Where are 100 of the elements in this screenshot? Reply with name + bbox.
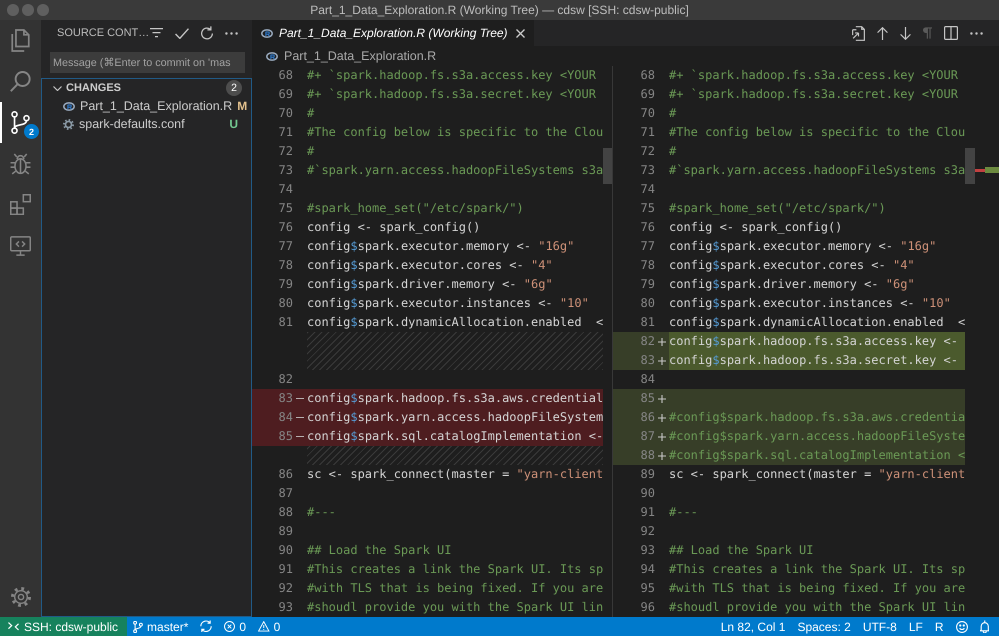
encoding-setting[interactable]: UTF-8	[856, 620, 903, 634]
filter-icon[interactable]	[150, 28, 163, 38]
line-number: 78	[640, 258, 655, 272]
commit-message-field[interactable]: Message (⌘Enter to commit on 'mas	[50, 52, 245, 73]
line-number: 96	[640, 600, 655, 614]
changed-file[interactable]: Part_1_Data_Exploration.R M	[42, 97, 251, 115]
code-line: config$spark.executor.memory <- "16g"	[669, 238, 936, 255]
line-number: 92	[278, 581, 293, 595]
check-icon[interactable]	[175, 28, 189, 38]
extensions-icon	[10, 194, 31, 215]
code-line: #This creates a link the Spark UI. Its sp	[307, 561, 604, 578]
remote-icon	[8, 622, 19, 631]
gear-icon	[63, 118, 74, 130]
line-number: 75	[278, 201, 293, 215]
addition-marker	[985, 167, 999, 173]
arrow-down-icon[interactable]	[900, 26, 911, 40]
line-number: 86	[278, 467, 293, 481]
code-line: #---	[669, 504, 698, 521]
close-icon[interactable]	[516, 28, 525, 38]
chevron-down-icon[interactable]	[53, 86, 62, 90]
code-line: config$spark.driver.memory <- "6g"	[669, 276, 915, 293]
line-number: 74	[640, 182, 655, 196]
line-number: 83	[278, 391, 293, 405]
line-number: 85	[278, 429, 293, 443]
code-line: #+ `spark.hadoop.fs.s3a.access.key <YOUR	[669, 67, 958, 84]
smiley-icon[interactable]	[956, 620, 968, 632]
line-number: 82	[278, 372, 293, 386]
language-mode[interactable]: R	[928, 620, 950, 634]
line-number: 94	[640, 562, 655, 576]
plus-icon	[658, 356, 666, 364]
file-type-icon	[266, 52, 278, 60]
line-number: 80	[640, 296, 655, 310]
code-line: #with TLS that is being fixed. If you are	[307, 580, 604, 597]
scrollbar-thumb[interactable]	[965, 148, 975, 184]
code-line: #spark_home_set("/etc/spark/")	[669, 200, 886, 217]
line-number: 73	[278, 163, 293, 177]
sync-icon[interactable]	[200, 620, 212, 633]
plus-icon	[658, 338, 666, 346]
line-number: 87	[278, 486, 293, 500]
code-line: #	[669, 143, 676, 160]
code-line: ## Load the Spark UI	[307, 542, 452, 559]
line-number: 91	[640, 505, 655, 519]
code-line: #	[307, 143, 314, 160]
arrow-up-icon[interactable]	[877, 26, 888, 40]
line-number: 86	[640, 410, 655, 424]
code-line: config$spark.yarn.access.hadoopFileSystem	[307, 409, 604, 426]
editor-tab[interactable]: Part_1_Data_Exploration.R (Working Tree)	[252, 20, 534, 46]
line-number: 68	[278, 68, 293, 82]
line-number: 87	[640, 429, 655, 443]
minus-icon	[296, 398, 304, 400]
code-line: config$spark.executor.cores <- "4"	[669, 257, 915, 274]
plus-icon	[658, 452, 666, 460]
source-control-icon	[11, 111, 30, 134]
section-header[interactable]: CHANGES	[66, 82, 222, 94]
refresh-icon[interactable]	[201, 26, 213, 40]
bell-icon[interactable]	[980, 620, 989, 633]
code-line: config$spark.executor.instances <- "10"	[307, 295, 589, 312]
changed-file[interactable]: spark-defaults.conf U	[42, 115, 251, 133]
scrollbar-thumb[interactable]	[603, 148, 612, 184]
line-number: 79	[640, 277, 655, 291]
status-letter: U	[229, 117, 238, 131]
files-icon	[11, 29, 30, 52]
code-line: config$spark.sql.catalogImplementation <-	[307, 428, 604, 445]
remote-indicator[interactable]: SSH: cdsw-public	[0, 617, 128, 636]
line-number: 84	[278, 410, 293, 424]
cursor-position[interactable]: Ln 82, Col 1	[714, 620, 792, 634]
document-icon[interactable]	[852, 26, 865, 40]
line-number: 91	[278, 562, 293, 576]
line-number: 93	[640, 543, 655, 557]
line-number: 92	[640, 524, 655, 538]
line-ending-setting[interactable]: LF	[902, 620, 929, 634]
code-line: config$spark.hadoop.fs.s3a.aws.credential	[307, 390, 604, 407]
line-number: 70	[278, 106, 293, 120]
code-line: #This creates a link the Spark UI. Its sp	[669, 561, 966, 578]
line-number: 90	[278, 543, 293, 557]
more-icon[interactable]	[225, 32, 238, 34]
branch-button[interactable]: master*	[127, 620, 194, 634]
file-type-icon	[63, 102, 75, 110]
split-editor-icon[interactable]	[944, 26, 958, 40]
count-badge: 2	[226, 80, 242, 96]
line-number: 77	[640, 239, 655, 253]
settings-icon[interactable]	[10, 586, 30, 606]
indentation-setting[interactable]: Spaces: 2	[791, 620, 857, 634]
code-line: #+ `spark.hadoop.fs.s3a.secret.key <YOUR	[307, 86, 596, 103]
errors-count[interactable]: 0	[218, 620, 252, 634]
line-number: 89	[278, 524, 293, 538]
line-number: 88	[278, 505, 293, 519]
breadcrumb-item[interactable]: Part_1_Data_Exploration.R	[266, 49, 436, 63]
code-line: #---	[307, 504, 336, 521]
line-number: 72	[640, 144, 655, 158]
line-number: 95	[640, 581, 655, 595]
code-line: config$spark.driver.memory <- "6g"	[307, 276, 553, 293]
code-line: #`spark.yarn.access.hadoopFileSystems s3a	[669, 162, 966, 179]
line-number: 75	[640, 201, 655, 215]
more-icon[interactable]	[970, 32, 983, 34]
warnings-count[interactable]: 0	[252, 620, 286, 634]
deletion-marker	[975, 169, 985, 172]
line-number: 82	[640, 334, 655, 348]
line-number: 74	[278, 182, 293, 196]
status-letter: M	[237, 99, 248, 113]
